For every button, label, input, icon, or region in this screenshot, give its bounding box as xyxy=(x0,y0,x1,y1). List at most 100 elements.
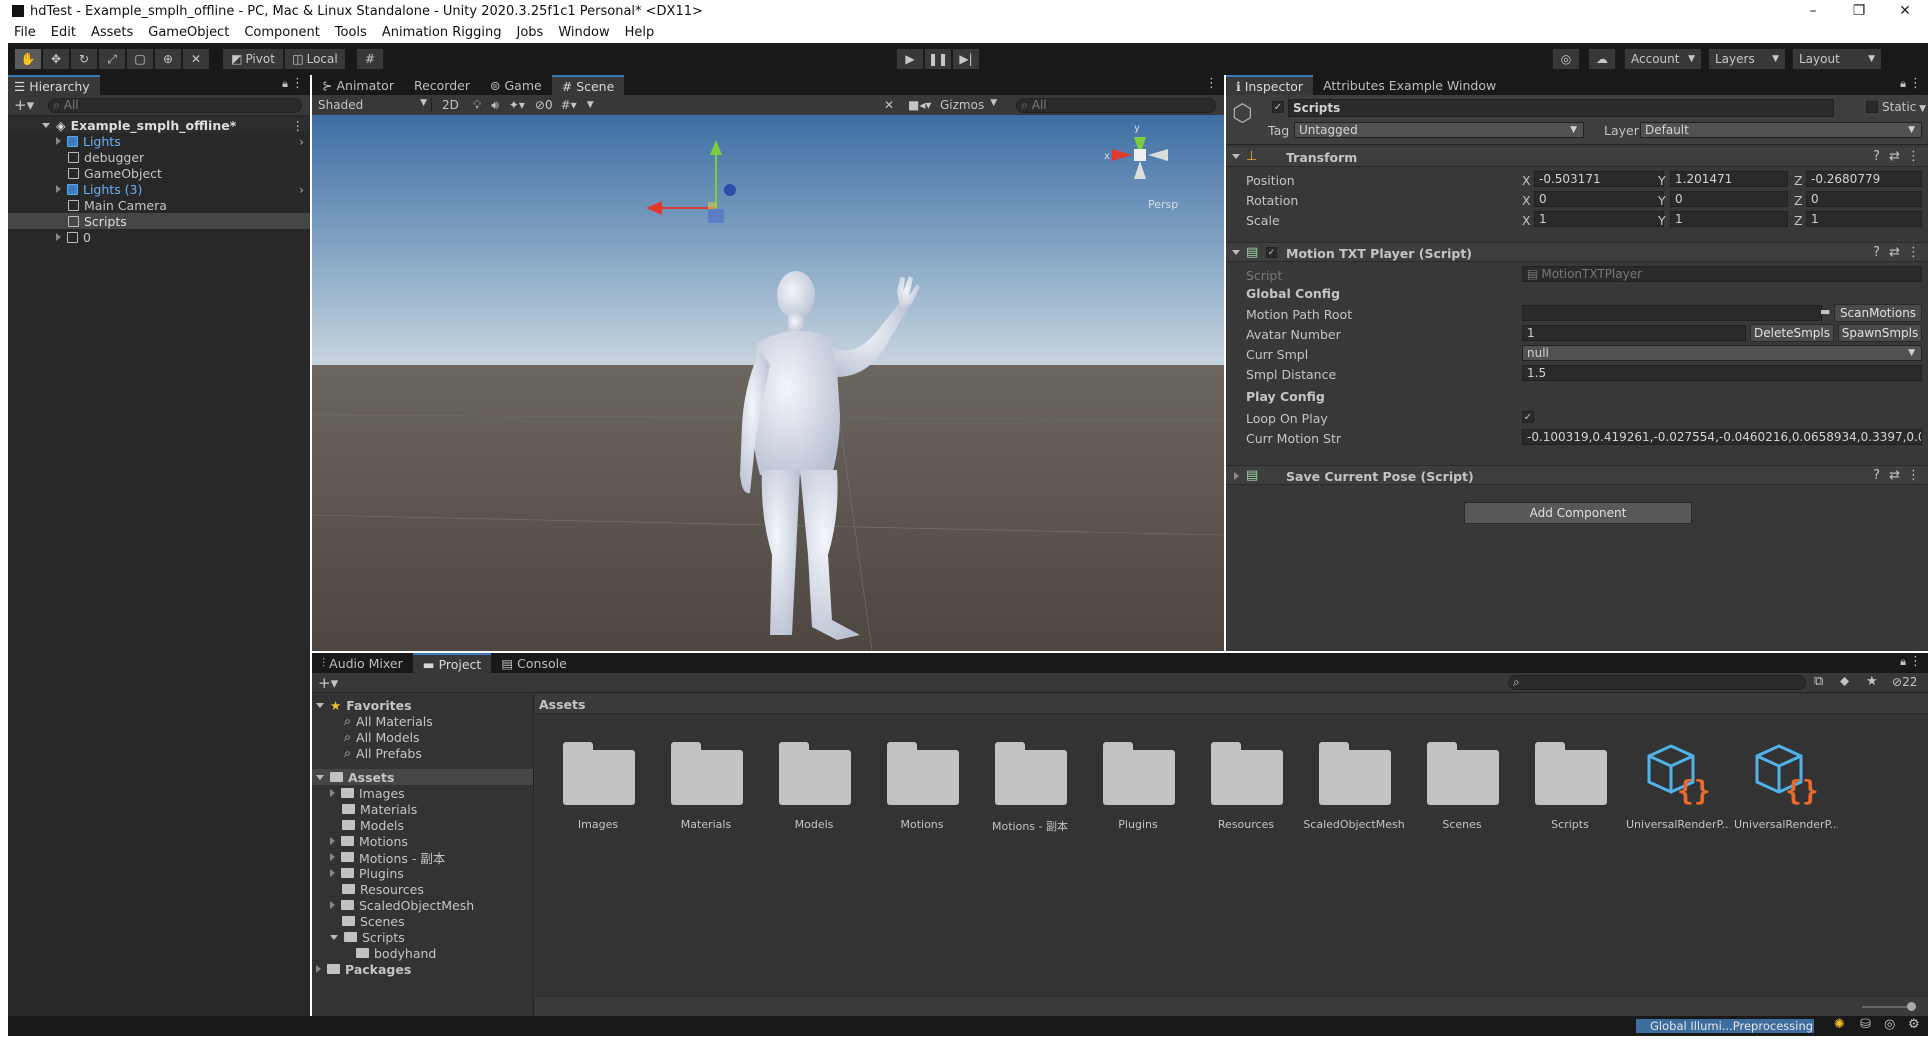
effects-icon[interactable]: ✦▾ xyxy=(509,98,525,112)
loop-on-play-checkbox[interactable]: ✓ xyxy=(1522,411,1534,423)
tab-inspector[interactable]: ℹ Inspector xyxy=(1226,75,1314,95)
more-icon[interactable]: ⋮ xyxy=(1909,654,1922,669)
expand-arrow-icon[interactable] xyxy=(1232,250,1240,255)
tab-hierarchy[interactable]: ☰ Hierarchy xyxy=(8,75,100,95)
expand-arrow-icon[interactable] xyxy=(56,233,61,241)
expand-arrow-icon[interactable] xyxy=(330,901,335,909)
favorite-star-icon[interactable]: ★ xyxy=(1866,674,1878,689)
asset-folder[interactable]: Materials xyxy=(669,740,743,831)
expand-arrow-icon[interactable] xyxy=(316,965,321,973)
account-dropdown[interactable]: Account ▼ xyxy=(1624,48,1702,70)
avatar-number-field[interactable]: 1 xyxy=(1522,325,1746,341)
pivot-toggle[interactable]: ◩ Pivot xyxy=(222,48,284,70)
component-enabled-checkbox[interactable]: ✓ xyxy=(1266,247,1277,258)
help-icon[interactable]: ? xyxy=(1873,468,1880,483)
lock-icon[interactable]: 🔒︎ xyxy=(1900,655,1906,669)
tree-folder[interactable]: bodyhand xyxy=(312,945,533,961)
tab-project[interactable]: ▬ Project xyxy=(412,653,492,673)
favorite-item[interactable]: ⌕ All Prefabs xyxy=(312,745,533,761)
asset-folder[interactable]: ScaledObjectMesh xyxy=(1303,740,1405,831)
add-icon[interactable]: +▾ xyxy=(318,674,338,692)
menu-help[interactable]: Help xyxy=(625,25,655,40)
hierarchy-item[interactable]: Lights › xyxy=(8,133,310,149)
projection-label[interactable]: Persp xyxy=(1148,198,1178,211)
expand-arrow-icon[interactable] xyxy=(330,869,335,877)
grid-snap-button[interactable]: # xyxy=(356,48,384,70)
more-icon[interactable]: ⋮ xyxy=(1907,468,1920,483)
rotate-tool-button[interactable]: ↻ xyxy=(70,48,98,70)
filter-label-icon[interactable]: ⬥ xyxy=(1840,674,1849,689)
collab-status-icon[interactable]: ◎ xyxy=(1884,1017,1895,1032)
hidden-packages-toggle[interactable]: ⊘22 xyxy=(1892,675,1917,689)
tree-folder[interactable]: Plugins xyxy=(312,865,533,881)
chevron-right-icon[interactable]: › xyxy=(299,182,304,197)
asset-render-pipeline[interactable]: {} UniversalRenderP... xyxy=(1734,740,1838,831)
favorite-item[interactable]: ⌕ All Models xyxy=(312,729,533,745)
tree-folder[interactable]: Motions - 副本 xyxy=(312,849,533,866)
expand-arrow-icon[interactable] xyxy=(1234,472,1239,480)
minimize-button[interactable]: – xyxy=(1790,0,1836,22)
asset-folder[interactable]: Plugins xyxy=(1101,740,1175,831)
asset-folder[interactable]: Scenes xyxy=(1425,740,1499,831)
local-toggle[interactable]: ◫ Local xyxy=(284,48,346,70)
pause-button[interactable]: ❚❚ xyxy=(924,48,952,70)
menu-animation-rigging[interactable]: Animation Rigging xyxy=(382,25,502,40)
scene-search-input[interactable]: ⌕ All xyxy=(1016,97,1216,113)
menu-component[interactable]: Component xyxy=(244,25,319,40)
menu-window[interactable]: Window xyxy=(558,25,609,40)
position-z-field[interactable]: -0.2680779 xyxy=(1806,171,1922,187)
step-button[interactable]: ▶| xyxy=(952,48,980,70)
tab-console[interactable]: ▤ Console xyxy=(491,653,576,673)
scan-motions-button[interactable]: ScanMotions xyxy=(1834,304,1922,322)
tab-attributes-example[interactable]: Attributes Example Window xyxy=(1313,75,1506,95)
preset-icon[interactable]: ⇄ xyxy=(1889,468,1900,483)
layer-dropdown[interactable]: Default ▼ xyxy=(1640,122,1922,138)
tree-folder[interactable]: Images xyxy=(312,785,533,801)
expand-arrow-icon[interactable] xyxy=(56,137,61,145)
scene-viewport[interactable]: y x Persp xyxy=(312,115,1224,651)
rotation-y-field[interactable]: 0 xyxy=(1670,191,1788,207)
collab-button[interactable]: ◎ xyxy=(1552,48,1580,70)
menu-file[interactable]: File xyxy=(14,25,36,40)
asset-folder[interactable]: Motions - 副本 xyxy=(992,740,1068,833)
folder-icon[interactable]: ▬ xyxy=(1820,305,1830,318)
expand-arrow-icon[interactable] xyxy=(316,702,324,708)
tab-recorder[interactable]: Recorder xyxy=(404,75,480,95)
favorite-item[interactable]: ⌕ All Materials xyxy=(312,713,533,729)
hierarchy-item[interactable]: debugger xyxy=(8,149,310,165)
menu-gameobject[interactable]: GameObject xyxy=(148,25,229,40)
hierarchy-item-selected[interactable]: Scripts xyxy=(8,213,310,229)
more-icon[interactable]: ⋮ xyxy=(292,118,305,133)
expand-arrow-icon[interactable] xyxy=(330,837,335,845)
expand-arrow-icon[interactable] xyxy=(316,774,324,780)
delete-smpls-button[interactable]: DeleteSmpls xyxy=(1750,324,1834,342)
more-icon[interactable]: ⋮ xyxy=(1205,76,1218,91)
move-tool-button[interactable]: ✥ xyxy=(42,48,70,70)
shading-mode-dropdown[interactable]: Shaded ▼ xyxy=(314,98,432,112)
tab-scene[interactable]: # Scene xyxy=(551,75,625,95)
rotation-x-field[interactable]: 0 xyxy=(1534,191,1664,207)
hand-tool-button[interactable]: ✋ xyxy=(14,48,42,70)
packages-root[interactable]: Packages xyxy=(312,961,533,977)
tree-folder[interactable]: ScaledObjectMesh xyxy=(312,897,533,913)
menu-tools[interactable]: Tools xyxy=(335,25,367,40)
play-button[interactable]: ▶ xyxy=(896,48,924,70)
position-y-field[interactable]: 1.201471 xyxy=(1670,171,1788,187)
transform-header[interactable]: ⊥ Transform ? ⇄ ⋮ xyxy=(1226,147,1928,167)
rotation-z-field[interactable]: 0 xyxy=(1806,191,1922,207)
static-dropdown[interactable]: Static ▼ xyxy=(1882,100,1926,114)
more-icon[interactable]: ⋮ xyxy=(291,76,304,91)
custom-tool-button[interactable]: ✕ xyxy=(182,48,210,70)
layout-dropdown[interactable]: Layout ▼ xyxy=(1792,48,1882,70)
breadcrumb[interactable]: Assets xyxy=(539,697,585,712)
save-pose-header[interactable]: ▤ Save Current Pose (Script) ? ⇄ ⋮ xyxy=(1226,465,1928,485)
spawn-smpls-button[interactable]: SpawnSmpls xyxy=(1838,324,1922,342)
project-search-input[interactable]: ⌕ xyxy=(1508,675,1806,690)
asset-render-pipeline[interactable]: {} UniversalRenderP... xyxy=(1626,740,1730,831)
toggle-2d-button[interactable]: 2D xyxy=(442,98,459,112)
tree-folder[interactable]: Resources xyxy=(312,881,533,897)
lock-icon[interactable]: 🔒︎ xyxy=(282,77,288,91)
scale-z-field[interactable]: 1 xyxy=(1806,211,1922,227)
rect-tool-button[interactable]: ▢ xyxy=(126,48,154,70)
asset-folder[interactable]: Motions xyxy=(885,740,959,831)
